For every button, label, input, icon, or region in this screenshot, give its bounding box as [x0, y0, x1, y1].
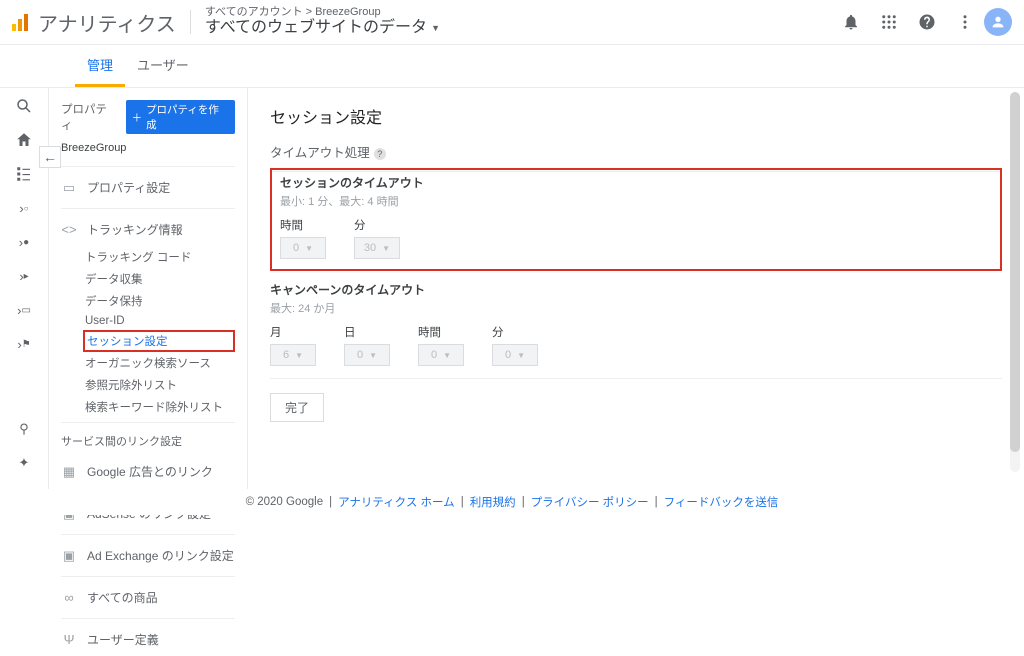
chevron-down-icon: ▼	[431, 23, 440, 33]
topbar: アナリティクス すべてのアカウント > BreezeGroup すべてのウェブサ…	[0, 0, 1024, 44]
campaign-timeout-title: キャンペーンのタイムアウト	[270, 281, 1002, 298]
products-icon: ∞	[61, 590, 77, 606]
ads-icon: ▦	[61, 464, 77, 480]
attribution-icon[interactable]: ⚲	[14, 419, 34, 439]
sidebar-item-ads[interactable]: ▦Google 広告とのリンク	[49, 455, 247, 488]
breadcrumb[interactable]: すべてのアカウント > BreezeGroup すべてのウェブサイトのデータ▼	[205, 6, 440, 37]
fork-icon: Ψ	[61, 632, 77, 648]
acquisition-icon[interactable]: ›▸	[14, 266, 34, 286]
tab-user[interactable]: ユーザー	[125, 45, 201, 87]
realtime-icon[interactable]: ›○	[14, 198, 34, 218]
campaign-day-dropdown[interactable]: 0▼	[344, 344, 390, 366]
chevron-down-icon: ▼	[295, 351, 303, 360]
logo[interactable]: アナリティクス	[12, 8, 176, 37]
sidebar-item-adx[interactable]: ▣Ad Exchange のリンク設定	[49, 539, 247, 572]
tab-admin[interactable]: 管理	[75, 45, 125, 87]
page-title: セッション設定	[270, 104, 1002, 128]
session-timeout-title: セッションのタイムアウト	[280, 174, 992, 191]
label-min2: 分	[492, 324, 538, 340]
chevron-down-icon: ▼	[382, 244, 390, 253]
more-icon[interactable]	[954, 11, 976, 33]
sub-data-collection[interactable]: データ収集	[49, 268, 247, 290]
search-icon[interactable]	[14, 96, 34, 116]
sub-data-retention[interactable]: データ保持	[49, 290, 247, 312]
bell-icon[interactable]	[840, 11, 862, 33]
footer-terms[interactable]: 利用規約	[470, 494, 516, 510]
campaign-timeout-group: キャンペーンのタイムアウト 最大: 24 か月 月 6▼ 日 0▼ 時間 0▼ …	[270, 271, 1002, 379]
label-day: 日	[344, 324, 390, 340]
breadcrumb-small: すべてのアカウント > BreezeGroup	[205, 6, 440, 19]
sub-session-settings[interactable]: セッション設定	[83, 330, 235, 352]
footer-home[interactable]: アナリティクス ホーム	[338, 494, 455, 510]
property-header: プロパティ ＋プロパティを作成	[49, 96, 247, 138]
avatar[interactable]	[984, 8, 1012, 36]
sidebar-item-products[interactable]: ∞すべての商品	[49, 581, 247, 614]
help-dot-icon[interactable]: ?	[374, 148, 386, 160]
sub-keyword-exclusions[interactable]: 検索キーワード除外リスト	[49, 396, 247, 418]
footer-privacy[interactable]: プライバシー ポリシー	[531, 494, 649, 510]
settings-icon: ▭	[61, 180, 77, 196]
customization-icon[interactable]	[14, 164, 34, 184]
footer: © 2020 Google | アナリティクス ホーム | 利用規約 | プライ…	[0, 489, 1024, 515]
chevron-down-icon: ▼	[443, 351, 451, 360]
done-button[interactable]: 完了	[270, 393, 324, 422]
behavior-icon[interactable]: ›▭	[14, 300, 34, 320]
chevron-down-icon: ▼	[305, 244, 313, 253]
sidebar-item-userdef[interactable]: Ψユーザー定義	[49, 623, 247, 656]
apps-icon[interactable]	[878, 11, 900, 33]
copyright: © 2020 Google	[246, 496, 324, 508]
campaign-timeout-hint: 最大: 24 か月	[270, 300, 1002, 316]
divider	[190, 10, 191, 34]
sub-user-id[interactable]: User-ID	[49, 312, 247, 330]
sub-organic-sources[interactable]: オーガニック検索ソース	[49, 352, 247, 374]
sub-referral-exclusions[interactable]: 参照元除外リスト	[49, 374, 247, 396]
sidebar-item-settings[interactable]: ▭プロパティ設定	[49, 171, 247, 204]
property-name[interactable]: BreezeGroup	[49, 138, 247, 162]
label-hour2: 時間	[418, 324, 464, 340]
analytics-logo-icon	[12, 13, 30, 31]
breadcrumb-large: すべてのウェブサイトのデータ▼	[205, 19, 440, 37]
conversions-icon[interactable]: ›⚑	[14, 334, 34, 354]
home-icon[interactable]	[14, 130, 34, 150]
adx-icon: ▣	[61, 548, 77, 564]
campaign-month-dropdown[interactable]: 6▼	[270, 344, 316, 366]
create-property-button[interactable]: ＋プロパティを作成	[126, 100, 235, 134]
link-section-label: サービス間のリンク設定	[49, 427, 247, 455]
code-icon: <>	[61, 222, 77, 238]
property-column: ← プロパティ ＋プロパティを作成 BreezeGroup ▭プロパティ設定 <…	[48, 88, 248, 507]
session-timeout-group: セッションのタイムアウト 最小: 1 分、最大: 4 時間 時間 0▼ 分 30…	[270, 168, 1002, 271]
subtabs: 管理 ユーザー	[0, 44, 1024, 87]
section-timeout: タイムアウト処理?	[270, 136, 1002, 172]
discover-icon[interactable]: ✦	[14, 453, 34, 473]
session-hour-dropdown[interactable]: 0▼	[280, 237, 326, 259]
label-month: 月	[270, 324, 316, 340]
campaign-hour-dropdown[interactable]: 0▼	[418, 344, 464, 366]
main: ›○ ›● ›▸ ›▭ ›⚑ ⚲ ✦ ← プロパティ ＋プロパティを作成 Bre…	[0, 87, 1024, 507]
label-min: 分	[354, 217, 400, 233]
help-icon[interactable]	[916, 11, 938, 33]
label-hour: 時間	[280, 217, 326, 233]
footer-feedback[interactable]: フィードバックを送信	[664, 494, 779, 510]
chevron-down-icon: ▼	[369, 351, 377, 360]
campaign-min-dropdown[interactable]: 0▼	[492, 344, 538, 366]
session-timeout-hint: 最小: 1 分、最大: 4 時間	[280, 193, 992, 209]
app-title: アナリティクス	[38, 8, 176, 37]
scrollbar-thumb[interactable]	[1010, 92, 1020, 452]
sub-tracking-code[interactable]: トラッキング コード	[49, 246, 247, 268]
content: セッション設定 タイムアウト処理? セッションのタイムアウト 最小: 1 分、最…	[248, 88, 1024, 507]
sidebar-item-tracking[interactable]: <>トラッキング情報	[49, 213, 247, 246]
audience-icon[interactable]: ›●	[14, 232, 34, 252]
session-min-dropdown[interactable]: 30▼	[354, 237, 400, 259]
chevron-down-icon: ▼	[517, 351, 525, 360]
back-button[interactable]: ←	[39, 146, 61, 168]
